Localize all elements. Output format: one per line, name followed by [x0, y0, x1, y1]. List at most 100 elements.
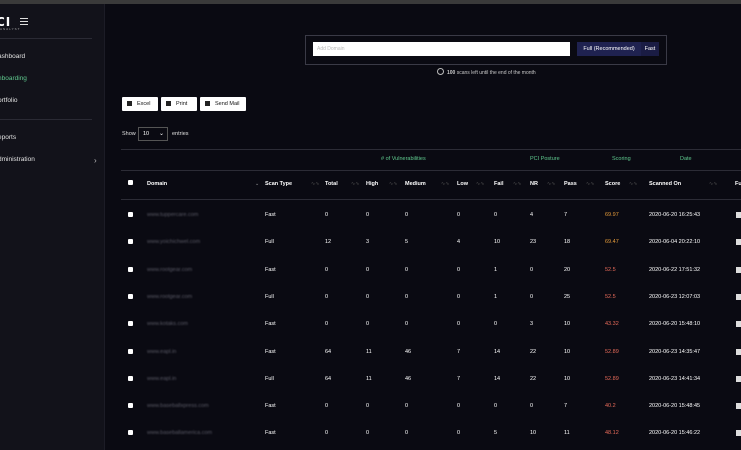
- cell-domain[interactable]: www.rootgear.com: [147, 294, 192, 300]
- cell-medium: 0: [405, 266, 409, 273]
- table-row[interactable]: www.baseballamerica.com Fast 0 0 0 0 5 10 11 48.1…: [121, 419, 741, 446]
- table-row[interactable]: www.tuppercare.com Fast 0 0 0 0 0 4 7 69.97 2020-0…: [121, 201, 741, 228]
- cell-scanned-on: 2020-06-23 12:07:03: [649, 293, 701, 300]
- cell-total: 0: [325, 266, 329, 273]
- table-row[interactable]: www.rootgear.com Fast 0 0 0 0 1 0 20 52.5 2020-06-…: [121, 256, 741, 283]
- sidebar-item-reports[interactable]: eports: [0, 134, 16, 141]
- full-scan-button[interactable]: Full (Recommended): [577, 42, 641, 56]
- cell-domain[interactable]: www.kotaks.com: [147, 321, 188, 327]
- cell-pass: 7: [564, 403, 568, 410]
- col-high[interactable]: High: [366, 181, 378, 187]
- document-icon[interactable]: [736, 212, 741, 218]
- col-pass[interactable]: Pass: [564, 181, 577, 187]
- sort-icon[interactable]: ⌄: [255, 181, 259, 187]
- col-extra[interactable]: Fu: [735, 181, 741, 187]
- row-checkbox[interactable]: [128, 403, 133, 409]
- add-domain-input[interactable]: [313, 42, 570, 56]
- cell-scan-type: Fast: [265, 212, 276, 218]
- table-row[interactable]: www.baseballxpress.com Fast 0 0 0 0 0 0 7 40.2 202…: [121, 392, 741, 419]
- excel-button[interactable]: Excel: [122, 97, 158, 111]
- fast-scan-button[interactable]: Fast: [641, 42, 659, 56]
- select-all-checkbox[interactable]: [128, 180, 133, 185]
- printer-icon: [166, 101, 171, 106]
- cell-fail: 10: [494, 239, 501, 246]
- col-fail[interactable]: Fail: [494, 181, 503, 187]
- cell-medium: 0: [405, 321, 409, 328]
- table-row[interactable]: www.rootgear.com Full 0 0 0 0 1 0 25 52.5 2020-06-…: [121, 283, 741, 310]
- logo-subtitle: ANALYST: [0, 27, 21, 31]
- document-icon[interactable]: [736, 348, 741, 355]
- row-checkbox[interactable]: [128, 375, 133, 381]
- sort-icon[interactable]: ∿∿: [547, 181, 555, 187]
- sidebar-item-dashboard[interactable]: ashboard: [0, 53, 25, 60]
- sidebar-item-onboarding[interactable]: nboarding: [0, 75, 27, 82]
- col-low[interactable]: Low: [457, 181, 468, 187]
- sort-icon[interactable]: ∿∿: [311, 181, 319, 187]
- table-row[interactable]: www.eapl.in Fast 64 11 46 7 14 22 10 52.89 2020-06…: [121, 338, 741, 365]
- col-scan-type[interactable]: Scan Type: [265, 181, 292, 187]
- cell-score: 69.97: [605, 212, 619, 218]
- col-scanned-on[interactable]: Scanned On: [649, 181, 681, 187]
- window-top-strip: [0, 0, 741, 4]
- cell-total: 0: [325, 430, 329, 437]
- document-icon[interactable]: [736, 403, 741, 410]
- print-button[interactable]: Print: [161, 97, 197, 111]
- row-checkbox[interactable]: [128, 321, 133, 327]
- document-icon[interactable]: [736, 321, 741, 328]
- cell-domain[interactable]: www.eapl.in: [147, 349, 176, 355]
- cell-pass: 20: [564, 266, 571, 273]
- col-medium[interactable]: Medium: [405, 181, 426, 187]
- sort-icon[interactable]: ∿∿: [629, 181, 637, 187]
- sidebar-item-administration[interactable]: dministration: [0, 156, 35, 163]
- entries-select[interactable]: 10 ⌄: [138, 127, 168, 141]
- document-icon[interactable]: [736, 266, 741, 273]
- cell-domain[interactable]: www.baseballamerica.com: [147, 430, 212, 436]
- col-nr[interactable]: NR: [530, 181, 538, 187]
- cell-domain[interactable]: www.yoichichwel.com: [147, 239, 200, 245]
- cell-domain[interactable]: www.baseballxpress.com: [147, 403, 209, 409]
- cell-low: 0: [457, 430, 461, 437]
- sort-icon[interactable]: ∿∿: [586, 181, 594, 187]
- cell-score: 52.5: [605, 266, 616, 273]
- scans-left-text: scans left until the end of the month: [456, 70, 536, 76]
- document-icon[interactable]: [736, 375, 741, 382]
- cell-fail: 5: [494, 430, 498, 437]
- row-checkbox[interactable]: [128, 293, 133, 299]
- entries-label: entries: [172, 131, 189, 137]
- sidebar-divider: [0, 119, 92, 120]
- hamburger-icon[interactable]: [20, 18, 28, 25]
- cell-scanned-on: 2020-06-23 14:35:47: [649, 348, 701, 355]
- cell-domain[interactable]: www.tuppercare.com: [147, 212, 198, 218]
- cell-scan-type: Full: [265, 293, 274, 300]
- document-icon[interactable]: [736, 293, 741, 300]
- col-total[interactable]: Total: [325, 181, 338, 187]
- document-icon[interactable]: [736, 239, 741, 246]
- cell-domain[interactable]: www.rootgear.com: [147, 267, 192, 273]
- table-row[interactable]: www.yoichichwel.com Full 12 3 5 4 10 23 18 69.47 2…: [121, 228, 741, 255]
- cell-nr: 4: [530, 212, 534, 218]
- sort-icon[interactable]: ∿∿: [389, 181, 397, 187]
- cell-scanned-on: 2020-06-04 20:22:10: [649, 239, 701, 246]
- sort-icon[interactable]: ∿∿: [476, 181, 484, 187]
- sidebar-item-portfolio[interactable]: ortfolio: [0, 97, 18, 104]
- chevron-right-icon[interactable]: ›: [94, 156, 97, 165]
- cell-domain[interactable]: www.eapl.in: [147, 376, 176, 382]
- document-icon[interactable]: [736, 430, 741, 437]
- col-score[interactable]: Score: [605, 181, 620, 187]
- table-row[interactable]: www.kotaks.com Fast 0 0 0 0 0 3 10 43.32 2020-06-2…: [121, 310, 741, 337]
- send-mail-button[interactable]: Send Mail: [200, 97, 246, 111]
- row-checkbox[interactable]: [128, 348, 133, 354]
- sort-icon[interactable]: ∿∿: [441, 181, 449, 187]
- row-checkbox[interactable]: [128, 239, 133, 245]
- sort-icon[interactable]: ∿∿: [513, 181, 521, 187]
- cell-fail: 14: [494, 375, 501, 382]
- row-checkbox[interactable]: [128, 212, 133, 217]
- cell-medium: 5: [405, 239, 409, 246]
- col-domain[interactable]: Domain: [147, 181, 167, 187]
- row-checkbox[interactable]: [128, 430, 133, 436]
- row-checkbox[interactable]: [128, 266, 133, 272]
- sort-icon[interactable]: ∿∿: [709, 181, 717, 187]
- cell-scanned-on: 2020-06-20 15:46:22: [649, 430, 701, 437]
- table-row[interactable]: www.eapl.in Full 64 11 46 7 14 22 10 52.89 2020-06…: [121, 365, 741, 392]
- sort-icon[interactable]: ∿∿: [351, 181, 359, 187]
